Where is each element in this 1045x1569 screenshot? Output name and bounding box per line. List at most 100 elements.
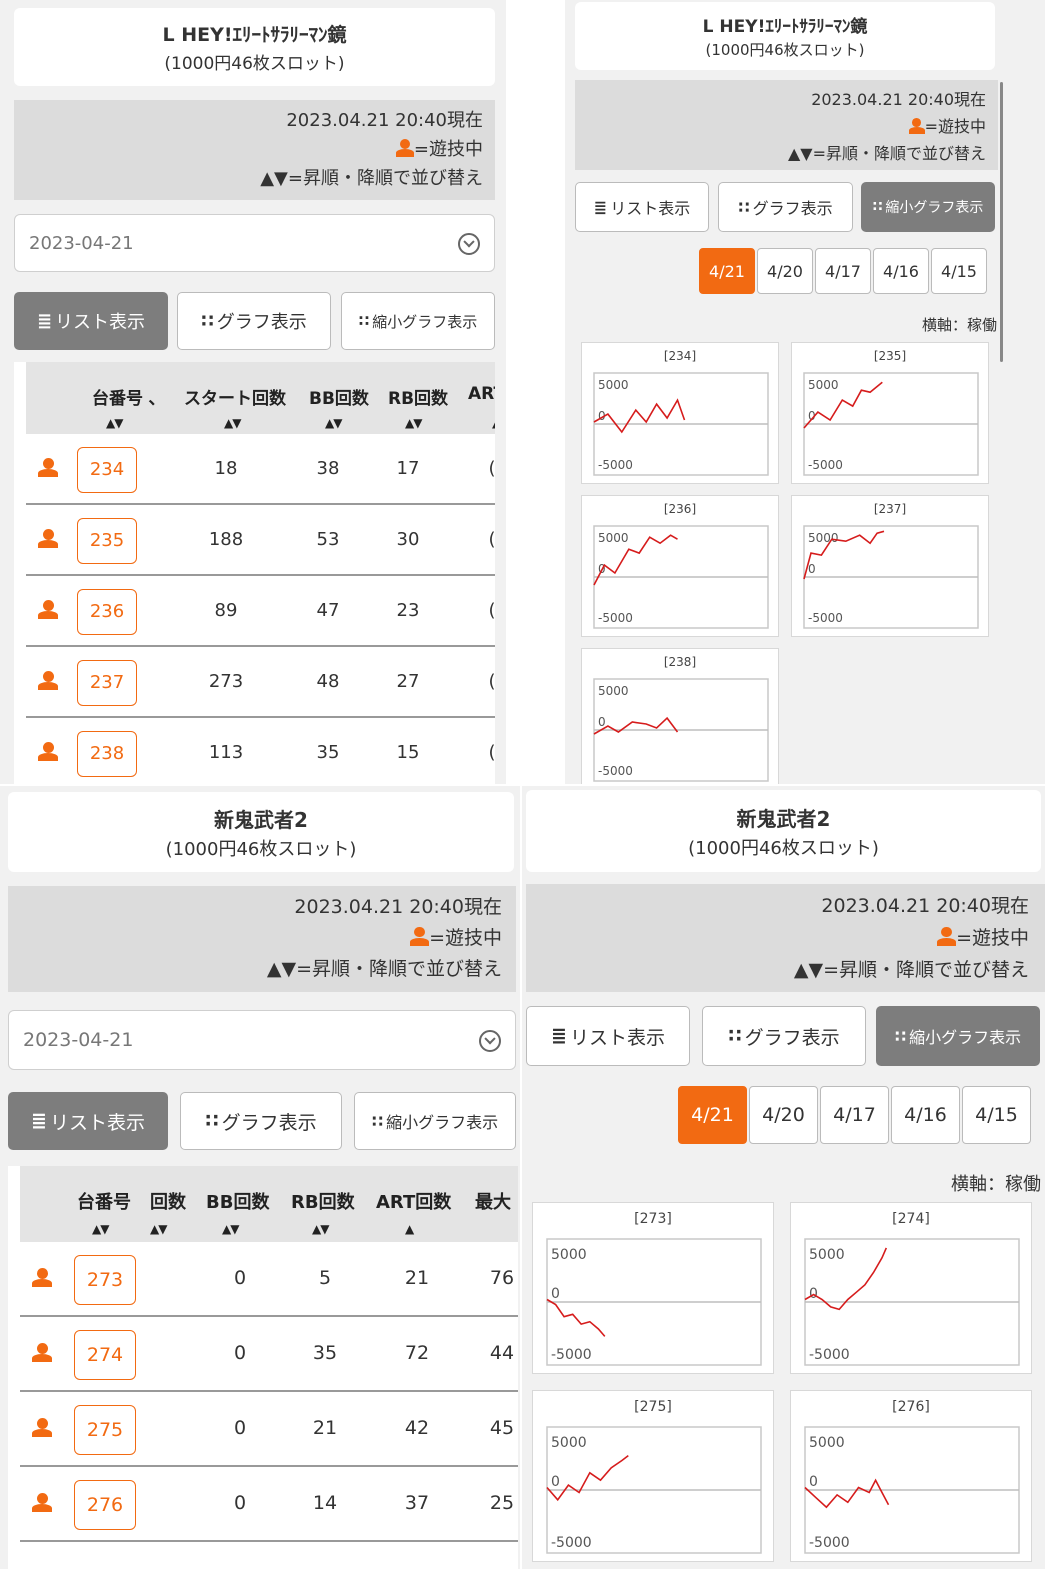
- mini-graph-plot: 50000-5000: [593, 678, 769, 782]
- mini-graph[interactable]: [235] 5000 0 -5000: [791, 342, 989, 484]
- mini-graph-view-button-label: 縮小グラフ表示: [372, 312, 478, 331]
- graph-view-button[interactable]: ∷ グラフ表示: [718, 182, 853, 232]
- machine-number-button[interactable]: 236: [77, 588, 137, 635]
- table-row: 276 0 14 37 25: [20, 1467, 518, 1542]
- column-header[interactable]: スタート回数: [184, 384, 286, 409]
- mini-graph[interactable]: [275] 5000 0 -5000: [532, 1390, 774, 1562]
- machine-number-button[interactable]: 237: [77, 659, 137, 706]
- sort-toggle[interactable]: ▲▼: [405, 416, 422, 430]
- graph-view-button[interactable]: ∷ グラフ表示: [702, 1006, 866, 1066]
- sort-toggle[interactable]: ▲: [405, 1222, 414, 1236]
- table-cell: 35: [316, 741, 340, 763]
- mini-graph-plot: 50000-5000: [593, 525, 769, 629]
- player-icon: [32, 1267, 52, 1288]
- list-view-button[interactable]: ≣ リスト表示: [526, 1006, 690, 1066]
- list-view-button[interactable]: ≣ リスト表示: [575, 182, 709, 232]
- mini-graph-view-button[interactable]: ∷ 縮小グラフ表示: [341, 292, 495, 350]
- mini-graph[interactable]: [238] 5000 0 -5000: [581, 648, 779, 784]
- player-icon: [908, 118, 925, 134]
- column-header[interactable]: 回数: [150, 1188, 186, 1214]
- column-header[interactable]: RB回数: [291, 1188, 355, 1214]
- player-icon-head: [42, 670, 54, 682]
- title-box: 新鬼武者2 (1000円46枚スロット): [526, 790, 1041, 872]
- player-icon-body: [395, 149, 414, 157]
- mini-graph-view-button[interactable]: ∷ 縮小グラフ表示: [861, 182, 995, 232]
- player-icon: [32, 1417, 52, 1438]
- date-tab[interactable]: 4/16: [891, 1086, 960, 1144]
- player-icon-head: [42, 599, 54, 611]
- graph-view-button[interactable]: ∷ グラフ表示: [177, 292, 331, 350]
- panel-list-onimusha: 新鬼武者2 (1000円46枚スロット) 2023.04.21 20:40現在 =遊技…: [0, 786, 520, 1569]
- date-tab[interactable]: 4/15: [931, 248, 987, 294]
- sort-toggle[interactable]: ▲▼: [325, 416, 342, 430]
- list-view-button[interactable]: ≣ リスト表示: [8, 1092, 168, 1150]
- date-tab[interactable]: 4/17: [820, 1086, 889, 1144]
- mini-graph-view-button[interactable]: ∷ 縮小グラフ表示: [354, 1092, 516, 1150]
- machine-number-button[interactable]: 275: [74, 1404, 136, 1455]
- table-cell: 48: [316, 670, 340, 692]
- date-tab[interactable]: 4/20: [757, 248, 813, 294]
- date-tab[interactable]: 4/15: [962, 1086, 1031, 1144]
- sort-toggle[interactable]: ▲▼: [222, 1222, 239, 1236]
- table-cell: 0: [233, 1417, 247, 1439]
- y-tick-label: -5000: [598, 458, 633, 472]
- table-cell: 23: [396, 599, 420, 621]
- player-icon-head: [42, 457, 54, 469]
- machine-number-button[interactable]: 238: [77, 730, 137, 777]
- table-cell: 0: [233, 1342, 247, 1364]
- column-header[interactable]: BB回数: [206, 1188, 269, 1214]
- column-header[interactable]: 台番号 ､: [92, 384, 157, 409]
- player-icon-body: [32, 1279, 52, 1288]
- column-header[interactable]: RB回数: [388, 384, 448, 409]
- machine-subtitle: (1000円46枚スロット): [705, 41, 865, 59]
- list-view-button[interactable]: ≣ リスト表示: [14, 292, 168, 350]
- date-tab[interactable]: 4/16: [873, 248, 929, 294]
- column-header[interactable]: BB回数: [309, 384, 369, 409]
- sort-toggle[interactable]: ▲▼: [106, 416, 123, 430]
- mini-graph[interactable]: [237] 5000 0 -5000: [791, 495, 989, 637]
- data-table: 台番号 回数 BB回数 RB回数 ART回数 最大 ▲▼ ▲▼ ▲▼ ▲▼ ▲ 273 0 5 21 76 27…: [8, 1166, 518, 1569]
- info-box: 2023.04.21 20:40現在 =遊技中 ▲▼=昇順・降順で並び替え: [8, 886, 516, 992]
- sort-toggle[interactable]: ▲▼: [92, 1222, 109, 1236]
- machine-number-button[interactable]: 234: [77, 446, 137, 493]
- mini-graph-view-button[interactable]: ∷ 縮小グラフ表示: [876, 1006, 1040, 1066]
- date-tab[interactable]: 4/21: [699, 248, 755, 294]
- axis-label: 横軸：稼働: [951, 1174, 1041, 1195]
- date-select[interactable]: 2023-04-21: [8, 1010, 516, 1070]
- machine-number-button[interactable]: 235: [77, 517, 137, 564]
- player-icon-body: [908, 127, 925, 134]
- sort-toggle[interactable]: ▲▼: [312, 1222, 329, 1236]
- date-select[interactable]: 2023-04-21: [14, 214, 495, 272]
- sort-toggle[interactable]: ▲: [492, 416, 495, 430]
- date-tab[interactable]: 4/20: [749, 1086, 818, 1144]
- player-icon-body: [38, 469, 58, 478]
- mini-graph[interactable]: [234] 5000 0 -5000: [581, 342, 779, 484]
- machine-number-button[interactable]: 273: [74, 1254, 136, 1305]
- sort-toggle[interactable]: ▲▼: [224, 416, 241, 430]
- graph-view-button[interactable]: ∷ グラフ表示: [180, 1092, 342, 1150]
- column-header[interactable]: ART回数: [376, 1188, 451, 1214]
- mini-graph-view-button-label: 縮小グラフ表示: [885, 200, 984, 216]
- y-tick-label: 5000: [808, 531, 839, 545]
- y-tick-label: 5000: [808, 378, 839, 392]
- panel-graph-hey: L HEY!ｴﾘｰﾄｻﾗﾘｰﾏﾝ鏡 (1000円46枚スロット) 2023.04.2…: [565, 0, 1045, 784]
- info-box: 2023.04.21 20:40現在 =遊技中 ▲▼=昇順・降順で並び替え: [14, 100, 495, 200]
- mini-graph[interactable]: [274] 5000 0 -5000: [790, 1202, 1032, 1374]
- title-box: L HEY!ｴﾘｰﾄｻﾗﾘｰﾏﾝ鏡 (1000円46枚スロット): [14, 8, 495, 86]
- date-tab[interactable]: 4/21: [678, 1086, 747, 1144]
- player-icon: [32, 1342, 52, 1363]
- list-icon: ≣: [593, 197, 608, 217]
- date-tab[interactable]: 4/17: [815, 248, 871, 294]
- sort-toggle[interactable]: ▲▼: [150, 1222, 167, 1236]
- mini-graph[interactable]: [273] 5000 0 -5000: [532, 1202, 774, 1374]
- column-header[interactable]: ART: [468, 384, 495, 404]
- mini-graph[interactable]: [276] 5000 0 -5000: [790, 1390, 1032, 1562]
- machine-number-button[interactable]: 274: [74, 1329, 136, 1380]
- machine-number-button[interactable]: 276: [74, 1479, 136, 1530]
- legend-playing: =遊技中: [22, 923, 502, 954]
- scrollbar[interactable]: [1000, 82, 1003, 362]
- column-header[interactable]: 台番号: [77, 1188, 131, 1214]
- column-header[interactable]: 最大: [475, 1188, 511, 1214]
- mini-graph[interactable]: [236] 5000 0 -5000: [581, 495, 779, 637]
- table-cell: 35: [312, 1342, 338, 1364]
